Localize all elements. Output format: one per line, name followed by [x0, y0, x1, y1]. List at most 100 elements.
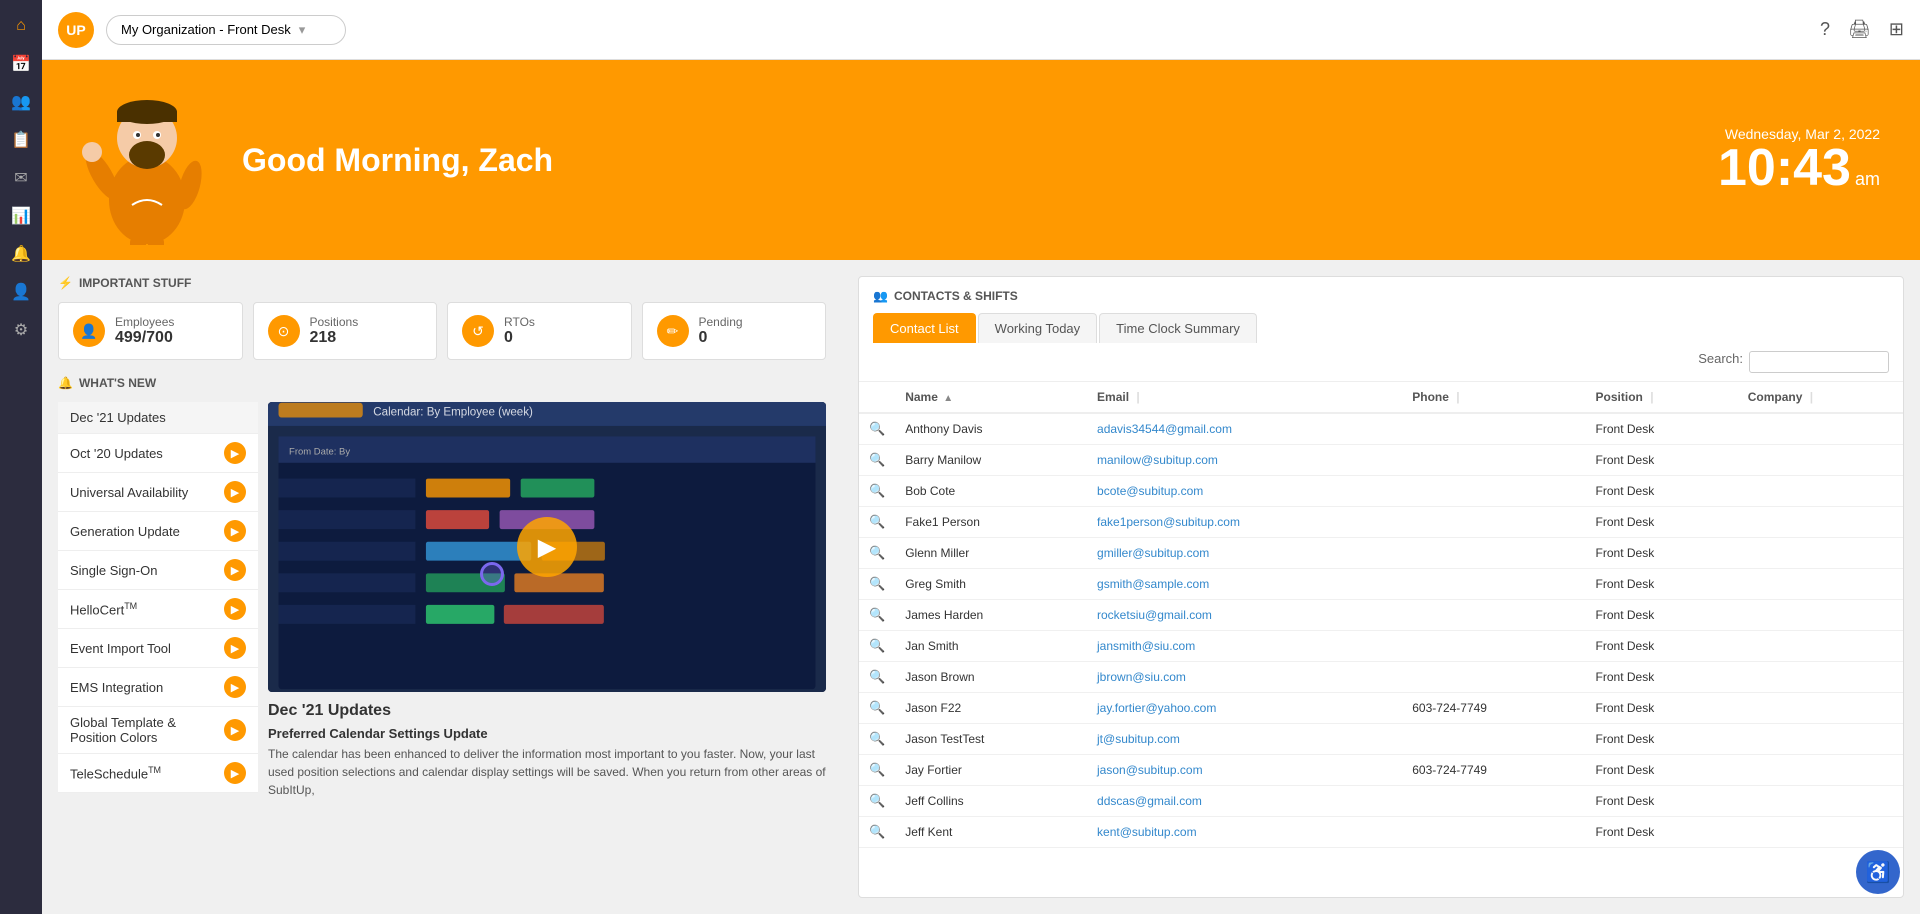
- print-icon[interactable]: 🖨: [1848, 19, 1871, 40]
- positions-label: Positions: [310, 315, 359, 329]
- row-search-icon[interactable]: 🔍: [859, 600, 895, 631]
- hero-ampm: am: [1855, 169, 1880, 190]
- row-search-icon[interactable]: 🔍: [859, 569, 895, 600]
- sidebar-item-user[interactable]: 👤: [5, 276, 37, 308]
- employees-icon: 👤: [73, 315, 105, 347]
- arrow-icon: ▶: [224, 637, 246, 659]
- row-search-icon[interactable]: 🔍: [859, 538, 895, 569]
- row-company: [1738, 755, 1903, 786]
- col-position[interactable]: Position |: [1586, 382, 1738, 413]
- row-search-icon[interactable]: 🔍: [859, 755, 895, 786]
- row-email[interactable]: kent@subitup.com: [1087, 817, 1402, 848]
- rtos-label: RTOs: [504, 315, 535, 329]
- row-email[interactable]: jbrown@siu.com: [1087, 662, 1402, 693]
- col-company[interactable]: Company |: [1738, 382, 1903, 413]
- row-search-icon[interactable]: 🔍: [859, 413, 895, 445]
- video-subtitle: Preferred Calendar Settings Update: [268, 726, 826, 741]
- chevron-down-icon: ▾: [299, 22, 306, 38]
- sidebar-item-bell[interactable]: 🔔: [5, 238, 37, 270]
- news-item-generation[interactable]: Generation Update ▶: [58, 512, 258, 551]
- row-search-icon[interactable]: 🔍: [859, 817, 895, 848]
- row-position: Front Desk: [1586, 786, 1738, 817]
- tab-time-clock[interactable]: Time Clock Summary: [1099, 313, 1257, 343]
- news-item-event-import[interactable]: Event Import Tool ▶: [58, 629, 258, 668]
- grid-icon[interactable]: ⊞: [1889, 19, 1904, 40]
- row-email[interactable]: fake1person@subitup.com: [1087, 507, 1402, 538]
- row-email[interactable]: adavis34544@gmail.com: [1087, 413, 1402, 445]
- news-item-ems[interactable]: EMS Integration ▶: [58, 668, 258, 707]
- stat-card-pending[interactable]: ✏ Pending 0: [642, 302, 827, 360]
- sidebar-item-calendar[interactable]: 📅: [5, 48, 37, 80]
- tab-contact-list[interactable]: Contact List: [873, 313, 976, 343]
- row-email[interactable]: gmiller@subitup.com: [1087, 538, 1402, 569]
- hero-character: [82, 70, 222, 250]
- stat-card-rtos[interactable]: ↺ RTOs 0: [447, 302, 632, 360]
- right-panel: 👥 CONTACTS & SHIFTS Contact List Working…: [842, 260, 1920, 914]
- lightning-icon: ⚡: [58, 276, 73, 290]
- svg-text:Calendar: By Employee (week): Calendar: By Employee (week): [373, 406, 533, 418]
- table-row: 🔍 Fake1 Person fake1person@subitup.com F…: [859, 507, 1903, 538]
- row-company: [1738, 445, 1903, 476]
- col-name[interactable]: Name ▲: [895, 382, 1087, 413]
- row-email[interactable]: bcote@subitup.com: [1087, 476, 1402, 507]
- news-item-universal[interactable]: Universal Availability ▶: [58, 473, 258, 512]
- rtos-value: 0: [504, 329, 535, 347]
- org-name: My Organization - Front Desk: [121, 22, 291, 37]
- stat-card-employees[interactable]: 👤 Employees 499/700: [58, 302, 243, 360]
- sidebar-item-chart[interactable]: 📊: [5, 200, 37, 232]
- sidebar-item-people[interactable]: 👥: [5, 86, 37, 118]
- sidebar-item-settings[interactable]: ⚙: [5, 314, 37, 346]
- row-position: Front Desk: [1586, 662, 1738, 693]
- row-search-icon[interactable]: 🔍: [859, 662, 895, 693]
- news-item-oct20[interactable]: Oct '20 Updates ▶: [58, 434, 258, 473]
- video-title: Dec '21 Updates: [268, 702, 826, 720]
- row-email[interactable]: jt@subitup.com: [1087, 724, 1402, 755]
- video-desc: The calendar has been enhanced to delive…: [268, 745, 826, 799]
- row-email[interactable]: jansmith@siu.com: [1087, 631, 1402, 662]
- row-email[interactable]: gsmith@sample.com: [1087, 569, 1402, 600]
- row-search-icon[interactable]: 🔍: [859, 693, 895, 724]
- col-phone[interactable]: Phone |: [1402, 382, 1585, 413]
- sidebar-item-home[interactable]: ⌂: [5, 10, 37, 42]
- search-input[interactable]: [1749, 351, 1889, 373]
- arrow-icon: ▶: [224, 559, 246, 581]
- row-name: Glenn Miller: [895, 538, 1087, 569]
- row-email[interactable]: rocketsiu@gmail.com: [1087, 600, 1402, 631]
- accessibility-button[interactable]: ♿: [1856, 850, 1900, 894]
- row-email[interactable]: jason@subitup.com: [1087, 755, 1402, 786]
- play-button[interactable]: ▶: [517, 517, 577, 577]
- main-area: UP My Organization - Front Desk ▾ ? 🖨 ⊞: [42, 0, 1920, 914]
- news-item-sso[interactable]: Single Sign-On ▶: [58, 551, 258, 590]
- row-search-icon[interactable]: 🔍: [859, 476, 895, 507]
- two-col-layout: ⚡ IMPORTANT STUFF 👤 Employees 499/700 ⊙: [42, 260, 1920, 914]
- org-selector[interactable]: My Organization - Front Desk ▾: [106, 15, 346, 45]
- row-company: [1738, 693, 1903, 724]
- row-email[interactable]: manilow@subitup.com: [1087, 445, 1402, 476]
- row-name: Jason TestTest: [895, 724, 1087, 755]
- stat-card-positions[interactable]: ⊙ Positions 218: [253, 302, 438, 360]
- row-email[interactable]: jay.fortier@yahoo.com: [1087, 693, 1402, 724]
- row-company: [1738, 507, 1903, 538]
- row-search-icon[interactable]: 🔍: [859, 445, 895, 476]
- news-item-dec21[interactable]: Dec '21 Updates: [58, 402, 258, 434]
- news-item-hellocert[interactable]: HelloCertTM ▶: [58, 590, 258, 629]
- news-item-teleschedule[interactable]: TeleScheduleTM ▶: [58, 754, 258, 793]
- arrow-icon: ▶: [224, 520, 246, 542]
- row-phone: [1402, 786, 1585, 817]
- tab-working-today[interactable]: Working Today: [978, 313, 1098, 343]
- row-search-icon[interactable]: 🔍: [859, 724, 895, 755]
- row-email[interactable]: ddscas@gmail.com: [1087, 786, 1402, 817]
- table-row: 🔍 Jan Smith jansmith@siu.com Front Desk: [859, 631, 1903, 662]
- news-item-global-template[interactable]: Global Template & Position Colors ▶: [58, 707, 258, 754]
- contacts-header: 👥 CONTACTS & SHIFTS Contact List Working…: [859, 277, 1903, 343]
- row-search-icon[interactable]: 🔍: [859, 507, 895, 538]
- contacts-tbody: 🔍 Anthony Davis adavis34544@gmail.com Fr…: [859, 413, 1903, 848]
- sidebar-item-schedule[interactable]: 📋: [5, 124, 37, 156]
- help-icon[interactable]: ?: [1820, 19, 1830, 40]
- row-search-icon[interactable]: 🔍: [859, 631, 895, 662]
- video-thumbnail[interactable]: Calendar: By Employee (week) From Date: …: [268, 402, 826, 692]
- sidebar-item-mail[interactable]: ✉: [5, 162, 37, 194]
- row-search-icon[interactable]: 🔍: [859, 786, 895, 817]
- col-email[interactable]: Email |: [1087, 382, 1402, 413]
- topbar-left: UP My Organization - Front Desk ▾: [58, 12, 346, 48]
